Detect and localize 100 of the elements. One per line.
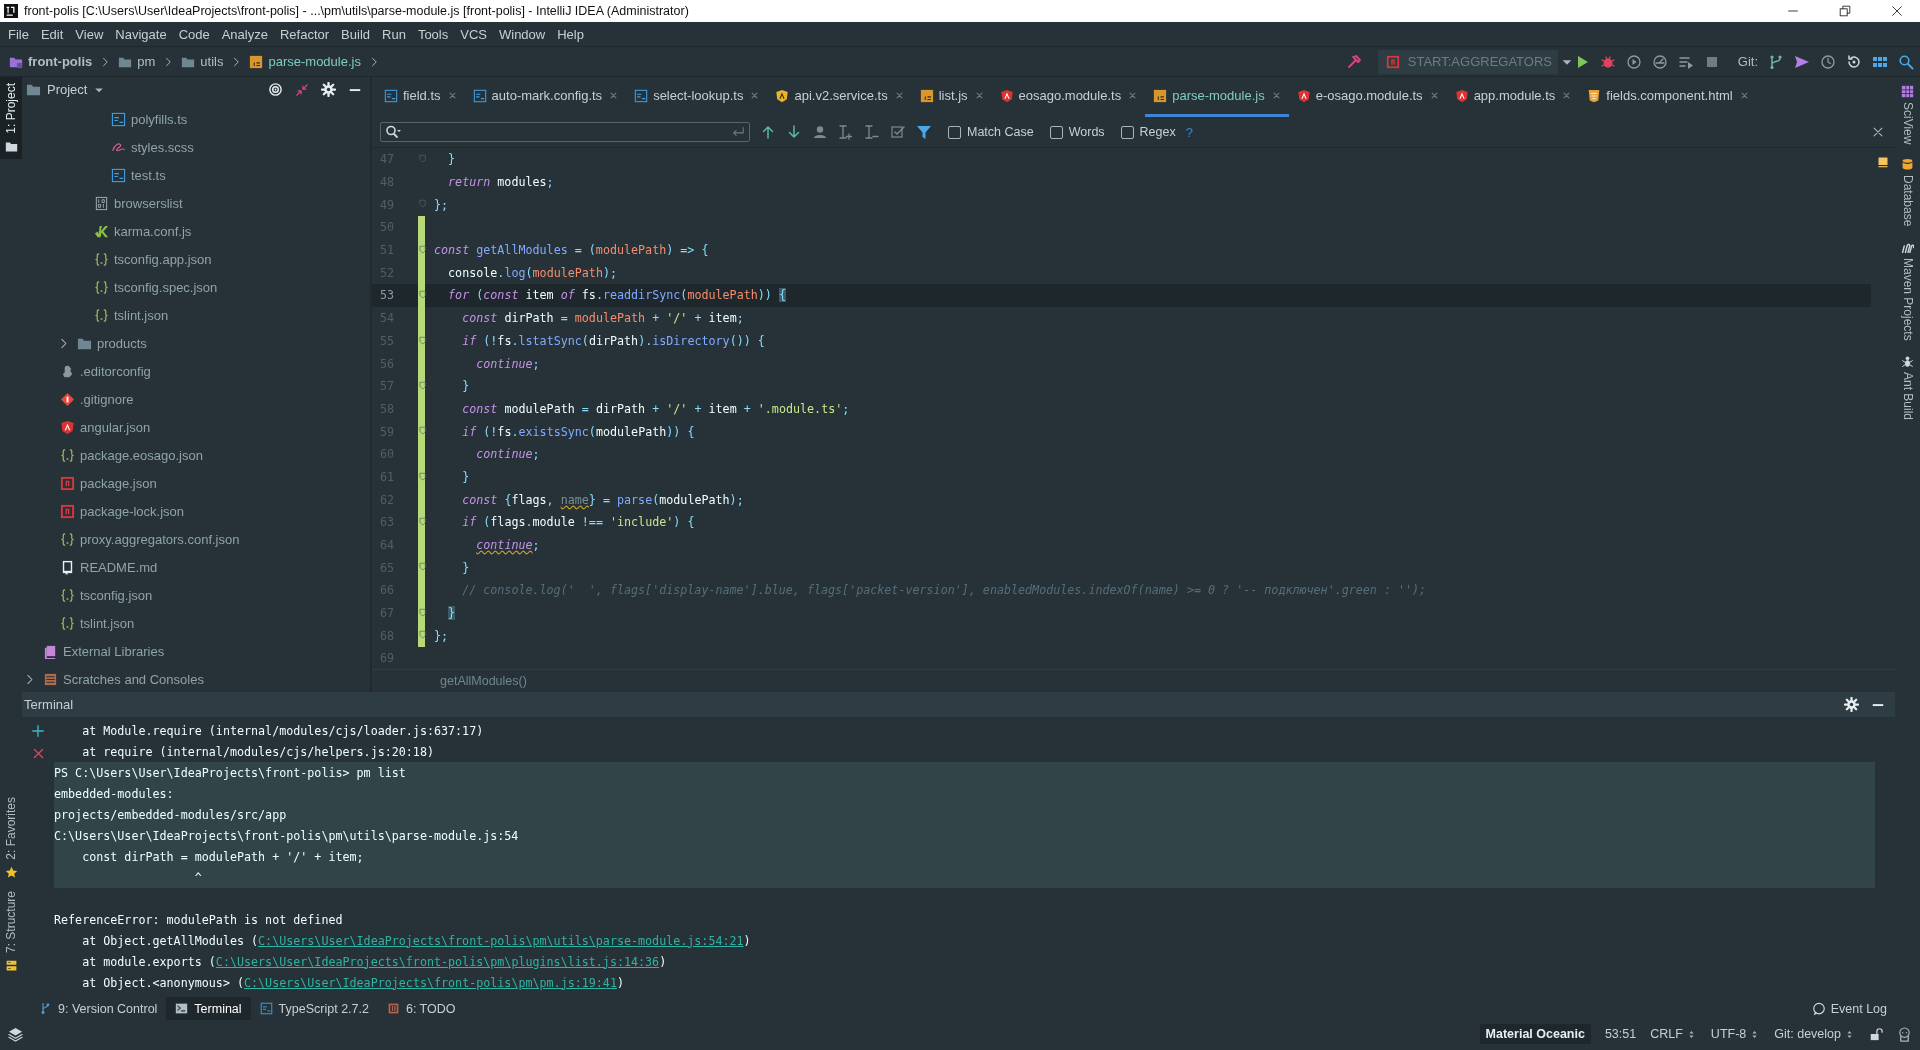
breadcrumb-item[interactable]: getAllModules() [440, 674, 527, 688]
inspector-icon[interactable] [1897, 1026, 1912, 1042]
fold-icon[interactable] [419, 426, 429, 437]
settings-icon[interactable] [321, 82, 336, 97]
tree-item[interactable]: browserslist [114, 195, 183, 211]
menu-item[interactable]: Refactor [273, 26, 336, 42]
file-link[interactable]: C:\Users\User\IdeaProjects\front-polis\pm\pm.js:19:41 [244, 975, 617, 990]
close-icon[interactable] [31, 747, 45, 760]
option-checkbox[interactable]: Words [1049, 125, 1105, 139]
locate-icon[interactable] [268, 82, 283, 97]
add-caret-icon[interactable] [838, 124, 854, 140]
menu-item[interactable]: Help [551, 26, 590, 42]
tool-window-tab[interactable]: Terminal [166, 997, 251, 1020]
tree-item[interactable]: test.ts [131, 167, 166, 183]
editor-tab[interactable]: e-osago.module.ts [1288, 77, 1447, 117]
fold-icon[interactable] [419, 290, 429, 301]
option-checkbox[interactable]: Match Case [948, 125, 1034, 139]
help-link[interactable]: ? [1185, 124, 1193, 140]
tree-item[interactable]: tslint.json [80, 615, 135, 631]
caret-position[interactable]: 53:51 [1604, 1027, 1637, 1041]
tree-item[interactable]: tsconfig.json [80, 587, 153, 603]
menu-item[interactable]: Tools [411, 26, 455, 42]
tree-item[interactable]: proxy.aggregators.conf.json [80, 531, 240, 547]
menu-item[interactable]: Window [492, 26, 552, 42]
breadcrumb-item[interactable]: front-polis [6, 54, 96, 69]
editor-tab[interactable]: api.v2.service.ts [767, 77, 912, 117]
tool-window-tab[interactable]: Database [1900, 158, 1915, 227]
close-icon[interactable] [1871, 125, 1885, 139]
search-field[interactable] [380, 122, 750, 142]
event-log-button[interactable]: Event Log [1811, 997, 1895, 1020]
tool-window-tab[interactable]: 9: Version Control [30, 997, 167, 1020]
tree-item[interactable]: polyfills.ts [131, 111, 188, 127]
filter-icon[interactable] [916, 124, 932, 140]
tool-window-tab[interactable]: 6: TODO [377, 997, 465, 1020]
tool-window-tab[interactable]: 1: Project [0, 77, 22, 159]
editor-tab[interactable]: fields.component.html [1579, 77, 1757, 117]
tool-window-tab[interactable]: TypeScript 2.7.2 [250, 997, 378, 1020]
tree-item[interactable]: tslint.json [114, 307, 169, 323]
tree-item[interactable]: tsconfig.spec.json [114, 279, 218, 295]
fold-icon[interactable] [419, 630, 429, 641]
menu-item[interactable]: Edit [34, 26, 70, 42]
menu-item[interactable]: Navigate [109, 26, 173, 42]
next-icon[interactable] [786, 124, 802, 140]
tree-item[interactable]: package.json [80, 475, 157, 491]
tree-item[interactable]: angular.json [80, 419, 151, 435]
previous-icon[interactable] [760, 124, 776, 140]
tool-window-tab[interactable]: Ant Build [1900, 354, 1915, 420]
tree-item[interactable]: package.eosago.json [80, 447, 203, 463]
menu-item[interactable]: View [69, 26, 110, 42]
fold-icon[interactable] [419, 517, 429, 527]
editor-tab[interactable]: auto-mark.config.ts [464, 77, 627, 117]
editor-tab[interactable]: app.module.ts [1446, 77, 1580, 117]
fold-icon[interactable] [419, 335, 429, 346]
select-all-icon[interactable] [890, 124, 906, 140]
layers-icon[interactable] [8, 1026, 23, 1042]
option-checkbox[interactable]: Regex [1120, 125, 1176, 139]
editor-tab[interactable]: field.ts [376, 77, 465, 117]
build-icon[interactable] [1345, 53, 1362, 70]
collapse-icon[interactable] [295, 82, 309, 97]
fold-icon[interactable] [419, 562, 429, 573]
history-icon[interactable] [1820, 53, 1836, 70]
menu-item[interactable]: VCS [454, 26, 493, 42]
breadcrumb-item[interactable]: utils [178, 54, 227, 69]
tree-item[interactable]: .editorconfig [80, 363, 151, 379]
menu-item[interactable]: Build [335, 26, 376, 42]
gauge-icon[interactable] [1651, 53, 1668, 70]
editor-tab[interactable]: parse-module.js [1145, 77, 1289, 117]
tool-window-tab[interactable]: SciView [1900, 85, 1915, 145]
tree-item[interactable]: styles.scss [131, 139, 194, 155]
file-link[interactable]: C:\Users\User\IdeaProjects\front-polis\pm\utils\parse-module.js:54:21 [258, 933, 744, 948]
git-branch[interactable]: Git: develop [1774, 1027, 1855, 1041]
editor-tab[interactable]: eosago.module.ts [991, 77, 1146, 117]
push-icon[interactable] [1794, 53, 1810, 70]
breadcrumb-item[interactable]: pm [115, 54, 159, 69]
coverage-icon[interactable] [1625, 53, 1642, 70]
person-icon[interactable] [812, 124, 828, 140]
add-icon[interactable] [31, 724, 45, 738]
fold-icon[interactable] [419, 244, 429, 255]
breadcrumb-item[interactable]: parse-module.js [246, 54, 364, 69]
panel-title[interactable]: Project [26, 82, 106, 97]
tool-window-tab[interactable]: 7: Structure [0, 884, 22, 978]
fold-icon[interactable] [419, 471, 429, 482]
menu-item[interactable]: Analyze [215, 26, 274, 42]
search-icon[interactable] [1898, 53, 1914, 70]
tool-window-tab[interactable]: Maven Projects [1900, 240, 1915, 341]
settings-icon[interactable] [1844, 697, 1859, 712]
file-link[interactable]: C:\Users\User\IdeaProjects\front-polis\pm\plugins\list.js:14:36 [215, 954, 660, 969]
fold-icon[interactable] [419, 607, 429, 618]
tree-item[interactable]: .gitignore [80, 391, 134, 407]
lock-icon[interactable] [1869, 1027, 1883, 1041]
tree-item[interactable]: tsconfig.app.json [114, 251, 212, 267]
revert-icon[interactable] [1846, 53, 1862, 70]
fold-icon[interactable] [419, 380, 429, 391]
menu-item[interactable]: Code [172, 26, 216, 42]
tree-item[interactable]: External Libraries [63, 643, 165, 659]
tree-item[interactable]: package-lock.json [80, 503, 185, 519]
tree-item[interactable]: karma.conf.js [114, 223, 192, 239]
encoding[interactable]: UTF-8 [1710, 1027, 1761, 1041]
menu-item[interactable]: File [2, 26, 35, 42]
editor-tab[interactable]: select-lookup.ts [626, 77, 768, 117]
